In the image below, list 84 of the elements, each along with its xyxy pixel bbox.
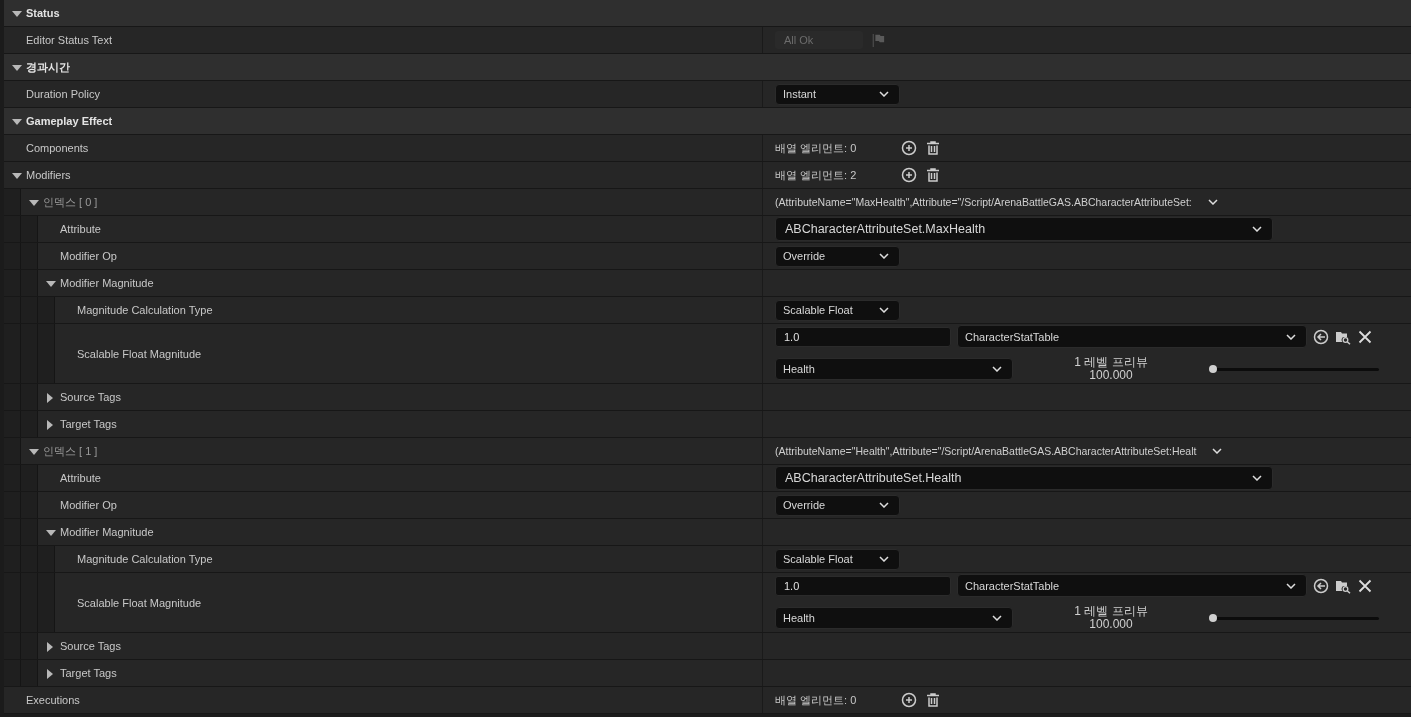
chevron-down-icon (1252, 475, 1262, 481)
expander-arrow-icon[interactable] (10, 8, 20, 18)
expander-arrow-icon[interactable] (44, 668, 54, 678)
trash-icon[interactable] (925, 140, 941, 156)
slider-thumb[interactable] (1209, 613, 1217, 622)
add-element-icon[interactable] (901, 140, 917, 156)
trash-icon[interactable] (925, 167, 941, 183)
chevron-down-icon (1286, 333, 1296, 340)
chevron-down-icon (1286, 582, 1296, 589)
chevron-down-icon[interactable] (1212, 448, 1223, 454)
property-label: Scalable Float Magnitude (77, 596, 202, 609)
preview-label: 1 레벨 프리뷰 (1074, 356, 1148, 369)
chevron-down-icon (992, 615, 1002, 621)
property-label: 인덱스 [ 1 ] (43, 443, 98, 459)
array-element-count: 배열 엘리먼트: 0 (775, 140, 858, 156)
property-label: Modifiers (26, 169, 71, 181)
expander-arrow-icon[interactable] (10, 62, 20, 72)
flag-icon (871, 33, 885, 47)
dropdown[interactable]: Instant (775, 83, 900, 105)
property-label: Attribute (60, 223, 101, 235)
close-icon[interactable] (1357, 577, 1373, 594)
dropdown[interactable]: Scalable Float (775, 299, 900, 321)
expander-arrow-icon[interactable] (27, 446, 37, 456)
number-field[interactable]: 1.0 (775, 575, 951, 596)
chevron-down-icon[interactable] (1207, 199, 1218, 205)
array-element-count: 배열 엘리먼트: 0 (775, 692, 858, 708)
property-label: Target Tags (60, 667, 117, 679)
property-label: 인덱스 [ 0 ] (43, 194, 98, 210)
expander-arrow-icon[interactable] (10, 170, 20, 180)
property-label: Magnitude Calculation Type (77, 553, 213, 565)
trash-icon[interactable] (925, 692, 941, 708)
attribute-dropdown[interactable]: ABCharacterAttributeSet.Health (775, 466, 1273, 490)
property-label: Attribute (60, 472, 101, 484)
add-element-icon[interactable] (901, 692, 917, 708)
row-name-dropdown[interactable]: Health (775, 607, 1013, 629)
property-label: Modifier Op (60, 250, 117, 262)
chevron-down-icon (879, 253, 889, 259)
property-label: Duration Policy (26, 88, 100, 100)
chevron-down-icon (879, 307, 889, 313)
property-label: Modifier Magnitude (60, 277, 154, 289)
chevron-down-icon (1252, 226, 1262, 232)
property-label: Components (26, 142, 89, 154)
property-label: Source Tags (60, 391, 121, 403)
property-label: Executions (26, 694, 80, 706)
dropdown[interactable]: Override (775, 494, 900, 516)
array-element-count: 배열 엘리먼트: 2 (775, 167, 858, 183)
dropdown[interactable]: Override (775, 245, 900, 267)
data-table-dropdown[interactable]: CharacterStatTable (957, 325, 1307, 348)
number-field[interactable]: 1.0 (775, 326, 951, 347)
property-label: Magnitude Calculation Type (77, 304, 213, 316)
expander-arrow-icon[interactable] (44, 278, 54, 288)
data-table-dropdown[interactable]: CharacterStatTable (957, 574, 1307, 597)
arrow-left-circle-icon[interactable] (1313, 577, 1329, 594)
property-label: Target Tags (60, 418, 117, 430)
expander-arrow-icon[interactable] (44, 419, 54, 429)
preview-value: 100.000 (1089, 369, 1133, 382)
property-label: Modifier Op (60, 499, 117, 511)
property-label: Source Tags (60, 640, 121, 652)
chevron-down-icon (879, 556, 889, 562)
property-label: Modifier Magnitude (60, 526, 154, 538)
add-element-icon[interactable] (901, 167, 917, 183)
expander-arrow-icon[interactable] (10, 116, 20, 126)
property-label: 경과시간 (26, 59, 70, 75)
property-label: Status (26, 7, 60, 19)
property-label: Scalable Float Magnitude (77, 347, 202, 360)
expander-arrow-icon[interactable] (44, 392, 54, 402)
expander-arrow-icon[interactable] (44, 527, 54, 537)
chevron-down-icon (879, 502, 889, 508)
dropdown[interactable]: Scalable Float (775, 548, 900, 570)
property-label: Editor Status Text (26, 34, 112, 46)
chevron-down-icon (879, 91, 889, 97)
arrow-left-circle-icon[interactable] (1313, 328, 1329, 345)
close-icon[interactable] (1357, 328, 1373, 345)
preview-value: 100.000 (1089, 618, 1133, 631)
chevron-down-icon (992, 366, 1002, 372)
property-label: Gameplay Effect (26, 115, 113, 127)
expander-arrow-icon[interactable] (44, 641, 54, 651)
slider-thumb[interactable] (1209, 364, 1217, 373)
preview-label: 1 레벨 프리뷰 (1074, 605, 1148, 618)
expander-arrow-icon[interactable] (27, 197, 37, 207)
row-name-dropdown[interactable]: Health (775, 358, 1013, 380)
attribute-dropdown[interactable]: ABCharacterAttributeSet.MaxHealth (775, 217, 1273, 241)
struct-summary-text: (AttributeName="Health",Attribute="/Script/ArenaBattleGAS.ABCharacterAttributeSet:Healt (775, 445, 1197, 457)
struct-summary-text: (AttributeName="MaxHealth",Attribute="/Script/ArenaBattleGAS.ABCharacterAttributeSet: (775, 196, 1192, 208)
